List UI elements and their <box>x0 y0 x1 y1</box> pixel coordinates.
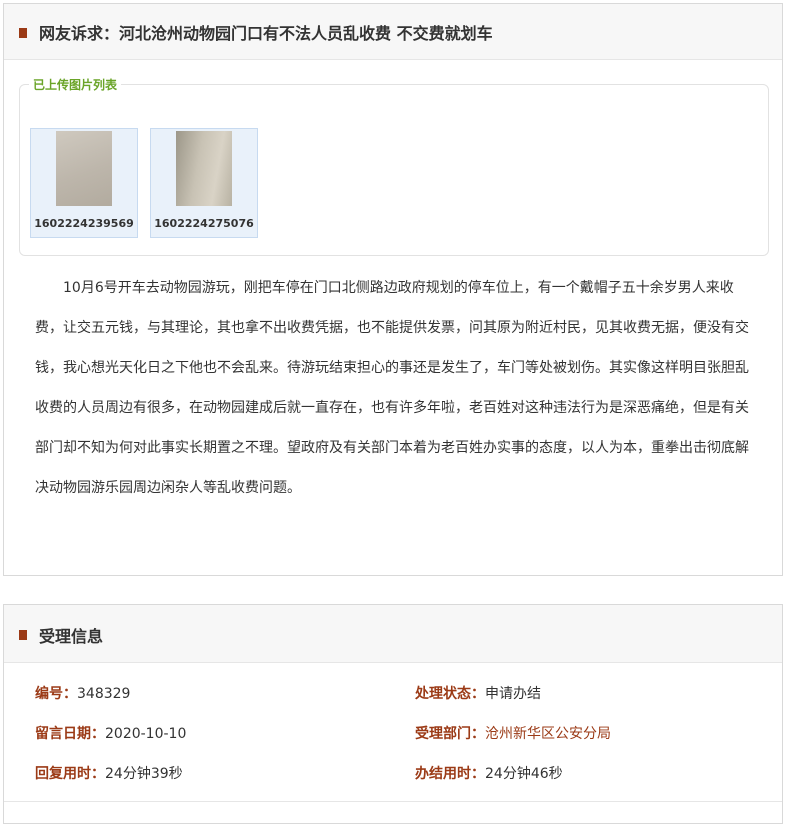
complaint-title: 网友诉求：河北沧州动物园门口有不法人员乱收费 不交费就划车 <box>39 24 493 43</box>
status-label: 处理状态： <box>415 686 485 702</box>
reply-time-label: 回复用时： <box>35 766 105 782</box>
finish-time-value: 24分钟46秒 <box>485 766 563 782</box>
date-value: 2020-10-10 <box>105 726 187 742</box>
info-finish-time: 办结用时：24分钟46秒 <box>415 763 563 783</box>
picture-image[interactable] <box>56 131 112 206</box>
picture-caption: 1602224239569 <box>34 217 134 230</box>
picture-thumbnail[interactable]: 1602224239569 <box>30 128 138 238</box>
info-id: 编号：348329 <box>35 683 130 703</box>
acceptance-title: 受理信息 <box>39 627 104 646</box>
id-label: 编号： <box>35 686 77 702</box>
info-status: 处理状态：申请办结 <box>415 683 541 703</box>
id-value: 348329 <box>77 686 131 702</box>
acceptance-header: 受理信息 <box>4 605 782 663</box>
uploaded-pictures-legend: 已上传图片列表 <box>33 78 118 92</box>
complaint-panel: 网友诉求：河北沧州动物园门口有不法人员乱收费 不交费就划车 已上传图片列表 16… <box>3 3 783 576</box>
info-department: 受理部门：沧州新华区公安分局 <box>415 723 611 743</box>
info-date: 留言日期：2020-10-10 <box>35 723 186 743</box>
info-reply-time: 回复用时：24分钟39秒 <box>35 763 183 783</box>
header-marker-icon <box>19 28 27 38</box>
acceptance-panel: 受理信息 编号：348329 处理状态：申请办结 留言日期：2020-10-10… <box>3 604 783 824</box>
department-label: 受理部门： <box>415 726 485 742</box>
picture-caption: 1602224275076 <box>154 217 254 230</box>
complaint-header: 网友诉求：河北沧州动物园门口有不法人员乱收费 不交费就划车 <box>4 4 782 60</box>
reply-time-value: 24分钟39秒 <box>105 766 183 782</box>
picture-thumbnail[interactable]: 1602224275076 <box>150 128 258 238</box>
department-link[interactable]: 沧州新华区公安分局 <box>485 726 611 742</box>
picture-image[interactable] <box>176 131 232 206</box>
uploaded-pictures-group: 已上传图片列表 1602224239569 1602224275076 <box>19 76 769 256</box>
complaint-content: 10月6号开车去动物园游玩，刚把车停在门口北侧路边政府规划的停车位上，有一个戴帽… <box>35 280 749 496</box>
status-value: 申请办结 <box>485 686 541 702</box>
header-marker-icon <box>19 630 27 640</box>
finish-time-label: 办结用时： <box>415 766 485 782</box>
date-label: 留言日期： <box>35 726 105 742</box>
divider <box>4 801 782 802</box>
